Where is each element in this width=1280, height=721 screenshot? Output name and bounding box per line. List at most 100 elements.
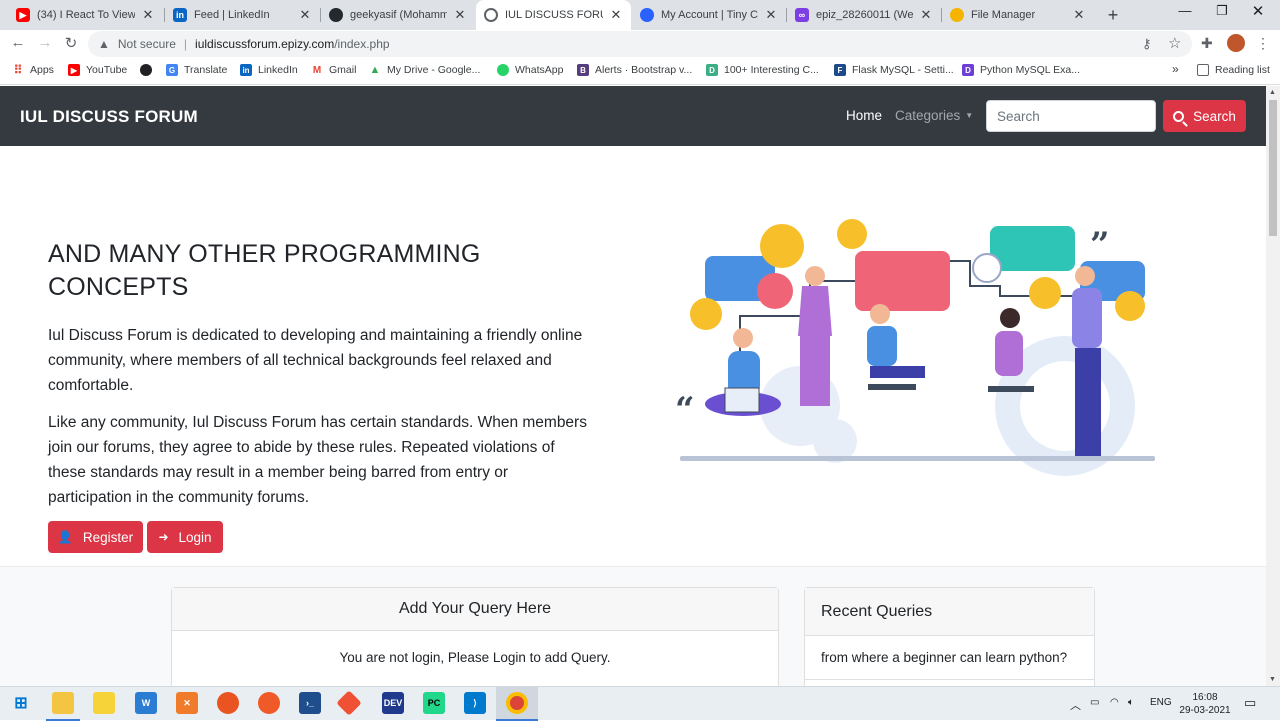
browser-tab-iul-forum[interactable]: IUL DISCUSS FORUM ✕ — [476, 0, 631, 30]
bookmark-label: 100+ Interesting C... — [724, 64, 819, 76]
bookmark-label: Gmail — [329, 64, 357, 76]
close-tab-icon[interactable]: ✕ — [141, 7, 155, 23]
nav-home-link[interactable]: Home — [846, 108, 882, 123]
bookmark-interesting[interactable]: D 100+ Interesting C... — [706, 64, 819, 76]
url-path: /index.php — [334, 37, 390, 51]
register-button[interactable]: 👤 Register — [48, 521, 143, 553]
check-icon — [690, 298, 722, 330]
lightbulb-icon — [760, 224, 804, 268]
word-icon[interactable]: W — [135, 692, 157, 714]
reading-list[interactable]: Reading list — [1197, 64, 1270, 76]
bookmark-flask[interactable]: F Flask MySQL - Setti... — [834, 64, 954, 76]
wifi-icon[interactable]: ◠ — [1110, 697, 1119, 708]
bookmark-translate[interactable]: G Translate — [166, 64, 227, 76]
add-query-card: Add Your Query Here You are not login, P… — [171, 587, 779, 686]
recent-query-item[interactable]: from where a beginner can learn python? — [805, 636, 1094, 680]
browser-tab-tinycloud[interactable]: My Account | Tiny Clou ✕ — [632, 0, 786, 30]
vscode-icon[interactable]: ⟩ — [464, 692, 486, 714]
battery-icon[interactable]: ▭ — [1090, 697, 1099, 708]
reading-list-icon — [1197, 64, 1209, 76]
postman-icon[interactable] — [258, 692, 280, 714]
close-tab-icon[interactable]: ✕ — [453, 7, 467, 23]
language-indicator[interactable]: ENG — [1150, 697, 1172, 708]
more-bookmarks-icon[interactable]: » — [1172, 62, 1179, 76]
bookmark-globe[interactable] — [140, 64, 158, 76]
bookmark-drive[interactable]: ▲ My Drive - Google... — [369, 64, 481, 76]
browser-tab-youtube[interactable]: ▶ (34) I React To Viewers ✕ — [8, 0, 163, 30]
bookmark-bootstrap[interactable]: B Alerts · Bootstrap v... — [577, 64, 692, 76]
login-button[interactable]: ➜ Login — [147, 521, 223, 553]
bookmark-label: Translate — [184, 64, 228, 76]
close-window-icon[interactable]: ✕ — [1240, 2, 1276, 20]
security-label[interactable]: Not secure — [118, 37, 176, 51]
system-clock[interactable]: 16:08 29-03-2021 — [1178, 691, 1232, 717]
chat-bubble-icon — [757, 273, 793, 309]
bookmark-linkedin[interactable]: in LinkedIn — [240, 64, 298, 76]
search-input[interactable] — [986, 100, 1156, 132]
clock-time: 16:08 — [1192, 692, 1218, 703]
close-tab-icon[interactable]: ✕ — [764, 7, 778, 23]
chrome-icon[interactable] — [506, 692, 528, 714]
warning-icon[interactable]: ▲ — [98, 37, 110, 51]
bookmark-apps[interactable]: ⠿ Apps — [12, 63, 54, 77]
bookmark-python-mysql[interactable]: D Python MySQL Exa... — [962, 64, 1080, 76]
site-brand[interactable]: IUL DISCUSS FORUM — [20, 107, 198, 127]
forward-icon[interactable]: → — [35, 34, 55, 51]
browser-tab-file-manager[interactable]: File Manager ✕ — [942, 0, 1094, 30]
bookmark-label: Flask MySQL - Setti... — [852, 64, 954, 76]
hero-paragraph-1: Iul Discuss Forum is dedicated to develo… — [48, 327, 583, 394]
windows-start-icon[interactable]: ⊞ — [10, 692, 32, 714]
close-tab-icon[interactable]: ✕ — [609, 7, 623, 23]
login-notice: You are not login, Please Login to add Q… — [339, 650, 611, 665]
tinycloud-icon — [640, 8, 654, 22]
browser-tab-github[interactable]: geekyasif (Mohammad ✕ — [321, 0, 475, 30]
bookmark-gmail[interactable]: M Gmail — [311, 64, 356, 76]
pycharm-icon[interactable]: PC — [423, 692, 445, 714]
recent-queries-card: Recent Queries from where a beginner can… — [804, 587, 1095, 686]
bookmark-whatsapp[interactable]: WhatsApp — [497, 64, 563, 76]
minimize-icon[interactable]: — — [1167, 3, 1203, 18]
bookmark-star-icon[interactable]: ☆ — [1168, 34, 1181, 52]
back-icon[interactable]: ← — [8, 34, 28, 51]
file-explorer-icon[interactable] — [52, 692, 74, 714]
close-tab-icon[interactable]: ✕ — [919, 7, 933, 23]
close-tab-icon[interactable]: ✕ — [298, 7, 312, 23]
key-icon[interactable]: ⚷ — [1142, 36, 1152, 52]
extensions-icon[interactable]: ✚ — [1201, 35, 1213, 52]
ubuntu-icon[interactable] — [217, 692, 239, 714]
notifications-icon[interactable]: ▭ — [1244, 695, 1256, 711]
scroll-up-icon[interactable]: ▲ — [1269, 89, 1276, 96]
search-button[interactable]: Search — [1163, 100, 1246, 132]
git-icon[interactable] — [336, 690, 362, 716]
powershell-icon[interactable]: ›_ — [299, 692, 321, 714]
xampp-icon[interactable]: ✕ — [176, 692, 198, 714]
close-tab-icon[interactable]: ✕ — [1072, 7, 1086, 23]
bookmark-label: WhatsApp — [515, 64, 564, 76]
bookmark-youtube[interactable]: ▶ YouTube — [68, 64, 127, 76]
nav-categories-dropdown[interactable]: Categories ▼ — [895, 108, 973, 123]
profile-avatar[interactable] — [1227, 34, 1245, 52]
scroll-down-icon[interactable]: ▼ — [1269, 676, 1276, 683]
bookmark-label: Python MySQL Exa... — [980, 64, 1080, 76]
devcpp-icon[interactable]: DEV — [382, 692, 404, 714]
url-text[interactable]: iuldiscussforum.epizy.com/index.php — [195, 37, 390, 51]
url-host: iuldiscussforum.epizy.com — [195, 37, 335, 51]
sticky-notes-icon[interactable] — [93, 692, 115, 714]
address-bar[interactable]: ▲ Not secure | iuldiscussforum.epizy.com… — [88, 31, 1192, 57]
volume-icon[interactable]: 🔈︎ — [1128, 697, 1134, 708]
reload-icon[interactable]: ↻ — [61, 34, 81, 52]
page-viewport: IUL DISCUSS FORUM Home Categories ▼ Searc… — [0, 86, 1266, 686]
google-drive-icon: ▲ — [369, 64, 381, 76]
scrollbar-thumb[interactable] — [1269, 100, 1277, 236]
chevron-up-icon[interactable]: ︿ — [1070, 697, 1081, 713]
new-tab-icon[interactable]: + — [1103, 5, 1123, 26]
recent-queries-header: Recent Queries — [805, 588, 1094, 636]
browser-tab-linkedin[interactable]: in Feed | LinkedIn ✕ — [165, 0, 320, 30]
search-icon — [1173, 110, 1185, 122]
bookmark-label: Alerts · Bootstrap v... — [595, 64, 693, 76]
menu-icon[interactable]: ⋮ — [1256, 35, 1270, 52]
browser-tab-strip: ▶ (34) I React To Viewers ✕ in Feed | Li… — [0, 0, 1280, 30]
browser-tab-epiz[interactable]: ∞ epiz_28260011 (Websi ✕ — [787, 0, 941, 30]
page-scrollbar[interactable]: ▲ ▼ — [1266, 86, 1280, 686]
maximize-icon[interactable]: ❐ — [1204, 3, 1240, 19]
